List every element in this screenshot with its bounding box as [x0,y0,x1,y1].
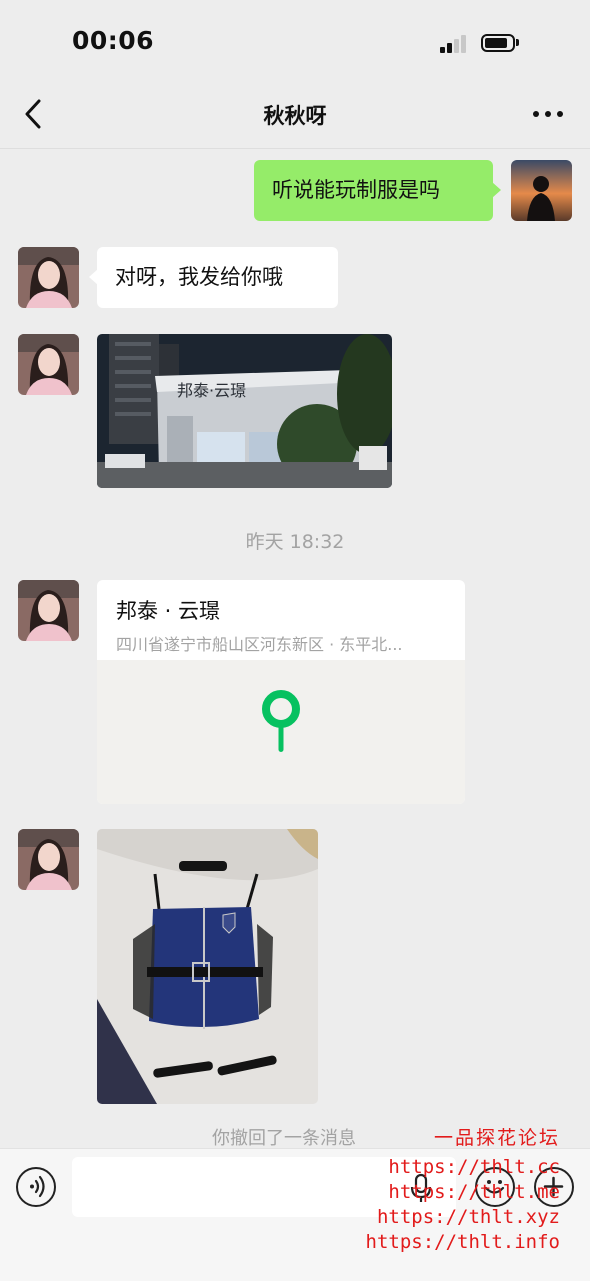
my-avatar[interactable] [511,160,572,221]
contact-avatar[interactable] [18,580,79,641]
chat-header: 秋秋呀 [0,80,590,149]
contact-avatar[interactable] [18,334,79,395]
watermark-url: https://thlt.xyz [376,1206,560,1228]
more-dots-icon[interactable] [530,102,566,126]
contact-avatar[interactable] [18,247,79,308]
outgoing-message-bubble[interactable]: 听说能玩制服是吗 [254,160,501,221]
location-map [97,660,465,804]
uniform-photo[interactable] [97,829,318,1104]
message-timestamp: 昨天 18:32 [245,531,345,553]
incoming-message-bubble[interactable]: 对呀，我发给你哦 [89,247,338,308]
voice-toggle-button[interactable] [16,1167,56,1207]
message-text: 对呀，我发给你哦 [115,265,283,289]
status-time: 00:06 [72,26,155,55]
message-text: 听说能玩制服是吗 [272,178,440,202]
contact-avatar[interactable] [18,829,79,890]
watermark-url: https://thlt.me [388,1181,560,1203]
voice-icon [30,1175,45,1198]
recall-notice: 你撤回了一条消息 [212,1128,356,1149]
battery-tip [516,39,519,46]
location-card[interactable]: 邦泰 · 云璟 四川省遂宁市船山区河东新区 · 东平北... [97,580,465,804]
watermark-title: 一品探花论坛 [433,1127,560,1149]
status-bar: 00:06 [0,0,590,80]
chat-title: 秋秋呀 [263,104,327,128]
watermark-overlay: 一品探花论坛 https://thlt.cc https://thlt.me h… [360,1126,560,1255]
watermark-url: https://thlt.info [365,1231,560,1253]
building-photo[interactable]: 邦泰·云璟 [97,334,392,488]
location-address: 四川省遂宁市船山区河东新区 · 东平北... [116,635,403,654]
battery-icon [481,34,515,52]
watermark-url: https://thlt.cc [388,1156,560,1178]
building-sign: 邦泰·云璟 [177,381,246,400]
signal-icon [440,33,470,53]
map-pin-icon [262,690,300,752]
location-title: 邦泰 · 云璟 [116,599,221,623]
